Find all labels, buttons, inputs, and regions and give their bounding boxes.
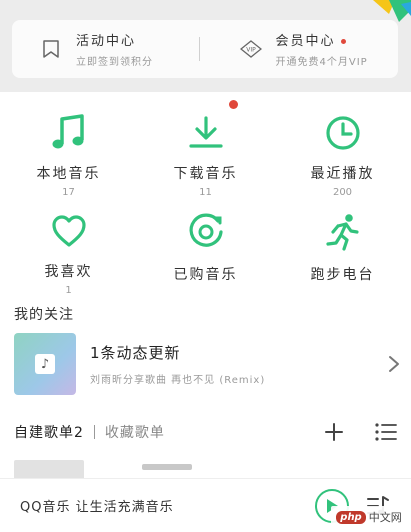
vip-icon: VIP: [239, 38, 262, 60]
activity-center-title: 活动中心: [76, 34, 137, 49]
list-icon: [375, 423, 397, 441]
chevron-right-icon: [382, 352, 406, 376]
clock-icon: [321, 112, 365, 153]
playlist-thumbnail-peek: [14, 460, 84, 478]
promo-card: 活动中心 立即签到领积分 VIP 会员中心 开通免费4个月VIP: [12, 20, 398, 78]
activity-center-subtitle: 立即签到领积分: [76, 57, 153, 68]
vip-center-button[interactable]: VIP 会员中心 开通免费4个月VIP: [200, 20, 399, 78]
playlist-title-peek: [142, 464, 192, 470]
plus-icon: [325, 423, 343, 441]
tile-label: 最近播放: [310, 166, 375, 182]
tile-label: 下载音乐: [173, 166, 238, 182]
download-icon: [184, 100, 238, 153]
tile-count: 1: [65, 285, 72, 296]
tab-separator: [93, 425, 95, 439]
watermark-brand: php: [336, 510, 366, 524]
follow-update-row[interactable]: ♪ 1条动态更新 刘雨昕分享歌曲 再也不见 (Remix): [14, 332, 406, 396]
player-now-playing: QQ音乐 让生活充满音乐: [20, 500, 174, 515]
svg-text:VIP: VIP: [246, 47, 256, 54]
download-music-tile[interactable]: 下载音乐 11: [137, 98, 274, 198]
follow-section-title: 我的关注: [14, 307, 74, 323]
download-badge-dot: [228, 100, 238, 109]
tile-label: 已购音乐: [173, 267, 238, 283]
recent-play-tile[interactable]: 最近播放 200: [274, 98, 411, 198]
playlist-tabs: 自建歌单2 收藏歌单: [14, 419, 398, 445]
vip-center-title: 会员中心: [275, 34, 336, 49]
activity-center-button[interactable]: 活动中心 立即签到领积分: [12, 20, 199, 78]
watermark: php 中文网: [331, 506, 407, 528]
bookmark-icon: [40, 38, 62, 60]
follow-update-subtitle: 刘雨昕分享歌曲 再也不见 (Remix): [90, 375, 266, 386]
watermark-site: 中文网: [368, 511, 402, 524]
local-music-tile[interactable]: 本地音乐 17: [0, 98, 137, 198]
follow-thumbnail: ♪: [14, 333, 76, 395]
follow-update-title: 1条动态更新: [90, 344, 181, 362]
music-note-icon: ♪: [35, 354, 55, 374]
tile-label: 本地音乐: [36, 166, 101, 182]
running-icon: [321, 210, 365, 254]
running-radio-tile[interactable]: 跑步电台: [274, 196, 411, 296]
tab-collected-playlists[interactable]: 收藏歌单: [105, 422, 165, 442]
add-playlist-button[interactable]: [322, 420, 346, 444]
tile-label: 我喜欢: [44, 264, 93, 280]
music-note-icon: [47, 112, 91, 153]
heart-icon: [47, 210, 91, 251]
favorites-tile[interactable]: 我喜欢 1: [0, 196, 137, 296]
tab-created-playlists[interactable]: 自建歌单2: [14, 422, 84, 442]
vip-center-subtitle: 开通免费4个月VIP: [275, 57, 368, 68]
notification-dot: [340, 39, 346, 44]
purchased-disc-icon: [184, 210, 228, 254]
tile-label: 跑步电台: [310, 267, 375, 283]
purchased-music-tile[interactable]: 已购音乐: [137, 196, 274, 296]
manage-playlist-button[interactable]: [374, 420, 398, 444]
main-panel: 本地音乐 17 下载音乐 11 最近播放 200 我喜欢 1 已购音乐 跑步电台…: [0, 92, 411, 532]
